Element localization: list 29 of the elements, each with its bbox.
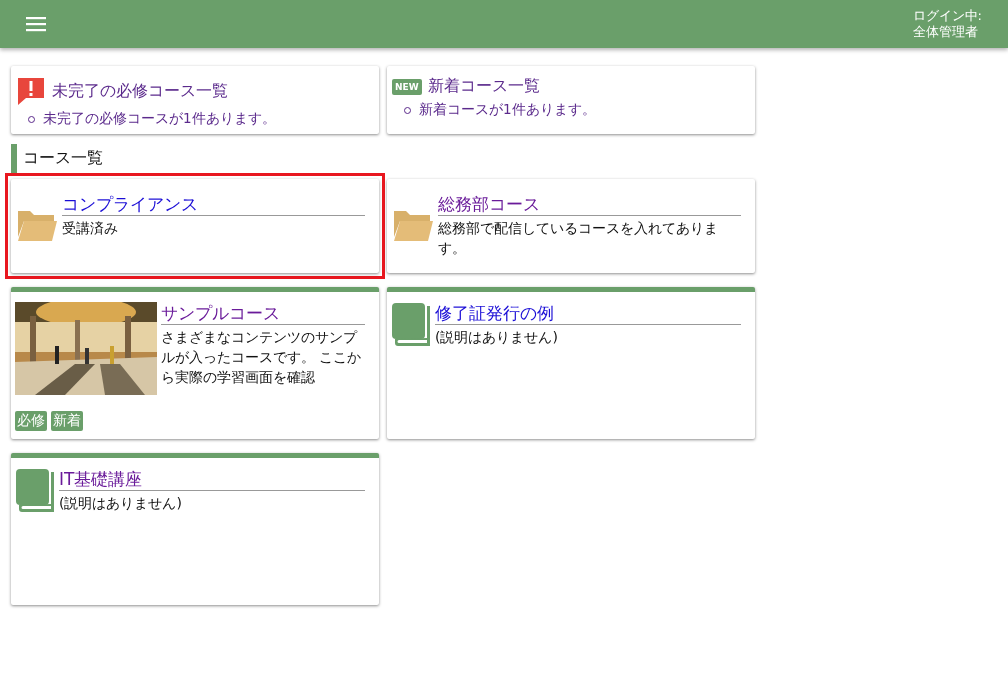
user-name: 全体管理者 bbox=[912, 24, 979, 40]
course-title-link[interactable]: コンプライアンス bbox=[62, 193, 365, 216]
login-label: ログイン中: bbox=[912, 8, 982, 24]
notice-item-link[interactable]: 未完了の必修コースが1件あります。 bbox=[43, 110, 276, 128]
course-card[interactable]: 修了証発行の例 (説明はありません) bbox=[387, 287, 755, 439]
alert-icon bbox=[16, 76, 46, 106]
section-title: コース一覧 bbox=[11, 144, 1008, 173]
book-icon bbox=[391, 302, 431, 348]
course-card[interactable]: IT基礎講座 (説明はありません) bbox=[11, 453, 379, 605]
notice-item-link[interactable]: 新着コースが1件あります。 bbox=[419, 101, 596, 119]
new-badge: NEW bbox=[392, 78, 422, 95]
course-title-link[interactable]: IT基礎講座 bbox=[59, 468, 365, 491]
course-card[interactable]: 総務部コース 総務部で配信しているコースを入れてあります。 bbox=[387, 179, 755, 273]
course-title-link[interactable]: サンプルコース bbox=[161, 302, 365, 325]
course-description: (説明はありません) bbox=[59, 494, 183, 513]
course-card[interactable]: コンプライアンス 受講済み bbox=[11, 179, 379, 273]
course-title-link[interactable]: 総務部コース bbox=[438, 193, 741, 216]
book-icon bbox=[15, 468, 55, 514]
menu-icon[interactable] bbox=[26, 15, 48, 33]
course-description: 総務部で配信しているコースを入れてあります。 bbox=[438, 219, 719, 258]
course-tag: 新着 bbox=[51, 411, 83, 431]
course-title-link[interactable]: 修了証発行の例 bbox=[435, 302, 741, 325]
notice-title-link[interactable]: 未完了の必修コース一覧 bbox=[52, 80, 228, 102]
course-description: さまざまなコンテンツのサンプルが入ったコースです。 ここから実際の学習画面を確認 bbox=[161, 328, 363, 387]
course-description: 受講済み bbox=[62, 219, 119, 238]
course-description: (説明はありません) bbox=[435, 328, 559, 347]
course-card[interactable]: サンプルコース さまざまなコンテンツのサンプルが入ったコースです。 ここから実際の学習画面を確認 必修 新着 bbox=[11, 287, 379, 439]
course-tag: 必修 bbox=[15, 411, 47, 431]
notice-title-link[interactable]: 新着コース一覧 bbox=[427, 76, 540, 97]
